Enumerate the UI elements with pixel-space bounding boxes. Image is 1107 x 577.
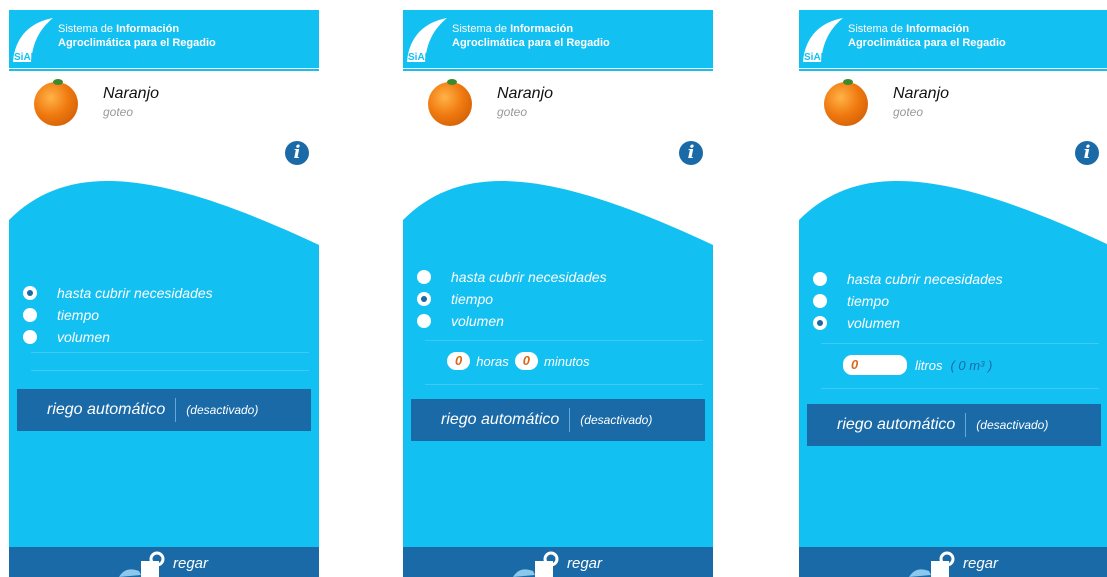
orange-image (824, 82, 868, 126)
time-input-row: 0 horas 0 minutos (447, 352, 590, 370)
bottom-bar[interactable]: regar (9, 547, 319, 577)
crop-type: goteo (893, 105, 924, 119)
regar-label: regar (963, 555, 999, 572)
radio-icon[interactable] (417, 270, 431, 284)
app-header: SiAR Sistema de Información Agroclimátic… (403, 10, 713, 68)
divider (821, 343, 1099, 344)
svg-text:SiAR: SiAR (14, 52, 39, 63)
leaf-icon (843, 79, 853, 85)
crop-name: Naranjo (893, 85, 950, 102)
header-divider (799, 69, 1107, 71)
auto-irrigation-button[interactable]: riego automático (desactivado) (17, 389, 311, 431)
app-header: SiAR Sistema de Información Agroclimátic… (799, 10, 1107, 68)
radio-icon[interactable] (417, 314, 431, 328)
divider (425, 340, 703, 341)
screen-3: SiAR Sistema de Información Agroclimátic… (799, 10, 1107, 577)
watering-can-icon (909, 551, 955, 577)
option-volumen[interactable]: volumen (813, 314, 900, 332)
watering-can-icon (119, 551, 165, 577)
crop-name: Naranjo (497, 85, 554, 102)
crop-type: goteo (103, 105, 134, 119)
orange-image (34, 82, 78, 126)
leaf-icon (447, 79, 457, 85)
header-divider (403, 69, 713, 71)
app-title: Sistema de Información Agroclimática par… (58, 23, 216, 49)
option-volumen[interactable]: volumen (23, 328, 110, 346)
svg-text:SiAR: SiAR (804, 52, 829, 63)
radio-icon[interactable] (23, 330, 37, 344)
button-divider (175, 398, 177, 422)
radio-selected-icon[interactable] (417, 292, 431, 306)
bottom-bar[interactable]: regar (403, 547, 713, 577)
header-divider (9, 69, 319, 71)
divider (425, 384, 703, 385)
option-hasta-cubrir[interactable]: hasta cubrir necesidades (813, 270, 1003, 288)
minutos-input[interactable]: 0 (514, 352, 538, 370)
siar-logo: SiAR (803, 18, 843, 63)
regar-label: regar (567, 555, 603, 572)
option-tiempo[interactable]: tiempo (23, 306, 99, 324)
siar-logo: SiAR (407, 18, 447, 63)
app-title: Sistema de Información Agroclimática par… (452, 23, 610, 49)
screen-1: SiAR Sistema de Información Agroclimátic… (9, 10, 319, 577)
radio-icon[interactable] (813, 272, 827, 286)
radio-selected-icon[interactable] (813, 316, 827, 330)
crop-name: Naranjo (103, 85, 160, 102)
option-volumen[interactable]: volumen (417, 312, 504, 330)
auto-irrigation-button[interactable]: riego automático (desactivado) (411, 399, 705, 441)
watering-can-icon (513, 551, 559, 577)
m3-readout: ( 0 m³ ) (950, 357, 993, 373)
option-hasta-cubrir[interactable]: hasta cubrir necesidades (23, 284, 213, 302)
option-tiempo[interactable]: tiempo (417, 290, 493, 308)
regar-label: regar (173, 555, 209, 572)
divider (821, 388, 1099, 389)
litros-input[interactable]: 0 (843, 355, 907, 375)
bottom-bar[interactable]: regar (799, 547, 1107, 577)
option-tiempo[interactable]: tiempo (813, 292, 889, 310)
horas-input[interactable]: 0 (447, 352, 471, 370)
app-title: Sistema de Información Agroclimática par… (848, 23, 1006, 49)
auto-irrigation-button[interactable]: riego automático (desactivado) (807, 404, 1101, 446)
option-hasta-cubrir[interactable]: hasta cubrir necesidades (417, 268, 607, 286)
radio-icon[interactable] (813, 294, 827, 308)
crop-type: goteo (497, 105, 528, 119)
button-divider (569, 408, 571, 432)
radio-icon[interactable] (23, 308, 37, 322)
app-header: SiAR Sistema de Información Agroclimátic… (9, 10, 319, 68)
screen-2: SiAR Sistema de Información Agroclimátic… (403, 10, 713, 577)
wave-background (9, 181, 319, 577)
siar-logo: SiAR (13, 18, 53, 63)
divider (31, 352, 309, 353)
volume-input-row: 0 litros ( 0 m³ ) (843, 355, 992, 375)
button-divider (965, 413, 967, 437)
divider (31, 370, 309, 371)
svg-text:SiAR: SiAR (408, 52, 433, 63)
leaf-icon (53, 79, 63, 85)
orange-image (428, 82, 472, 126)
radio-selected-icon[interactable] (23, 286, 37, 300)
